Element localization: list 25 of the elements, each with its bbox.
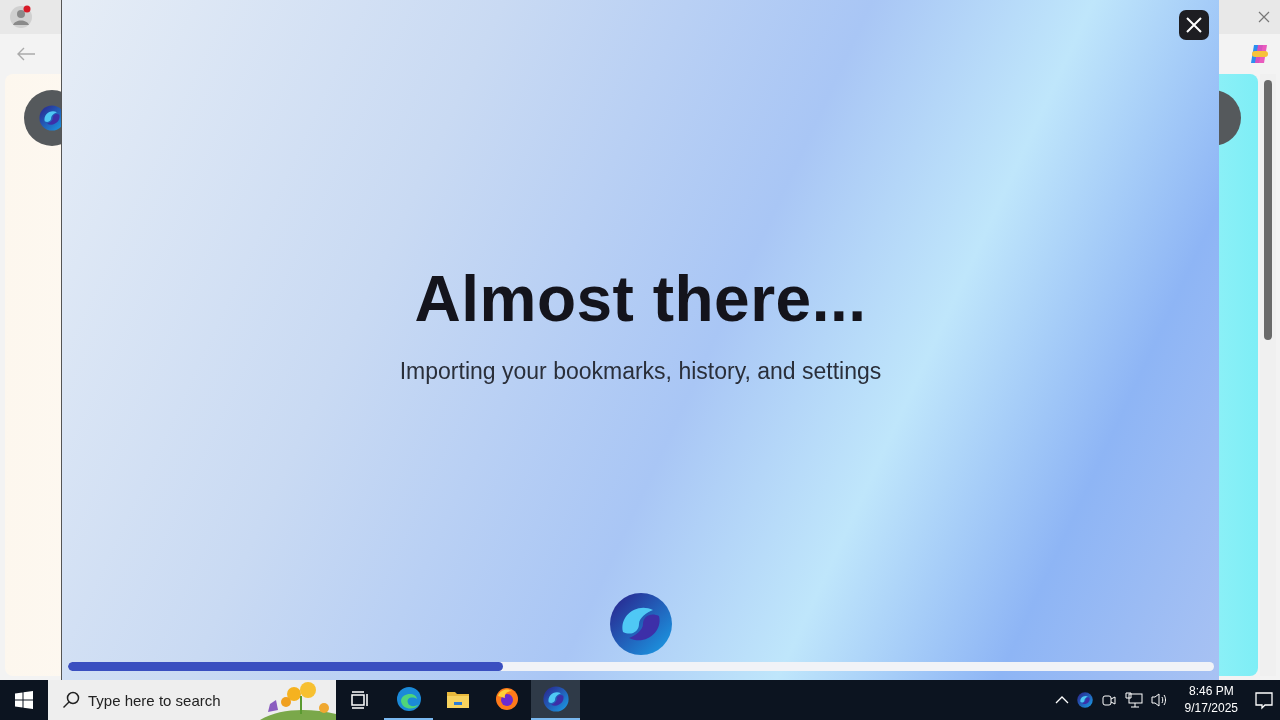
folder-icon (445, 689, 470, 709)
clock-time[interactable]: 8:46 PM (1188, 683, 1234, 700)
close-icon (1185, 16, 1203, 34)
clock-date[interactable]: 9/17/2025 (1184, 700, 1238, 717)
edge-icon (395, 686, 422, 712)
volume-icon[interactable] (1150, 692, 1169, 708)
sphere-tray-icon[interactable] (1076, 692, 1093, 708)
network-icon[interactable] (1124, 692, 1143, 708)
camera-icon[interactable] (1100, 692, 1117, 708)
search-icon (62, 691, 80, 709)
search-field[interactable]: Type here to search (48, 680, 336, 720)
dialog-subtitle: Importing your bookmarks, history, and settings (399, 358, 882, 385)
sphere-logo-icon (608, 592, 673, 656)
flowers-icon (260, 680, 336, 720)
task-view-icon[interactable] (350, 691, 370, 709)
close-icon[interactable] (1258, 11, 1270, 23)
dialog-title: Almost there... (414, 262, 867, 336)
firefox-icon (494, 687, 519, 711)
windows-start-icon[interactable] (15, 691, 33, 709)
profile-icon[interactable] (8, 4, 34, 30)
close-button[interactable] (1179, 10, 1209, 40)
sphere-logo-icon (542, 686, 569, 712)
taskbar-app[interactable] (531, 680, 580, 720)
chevron-up-icon[interactable] (1054, 696, 1069, 704)
notification-icon[interactable] (1254, 690, 1274, 710)
